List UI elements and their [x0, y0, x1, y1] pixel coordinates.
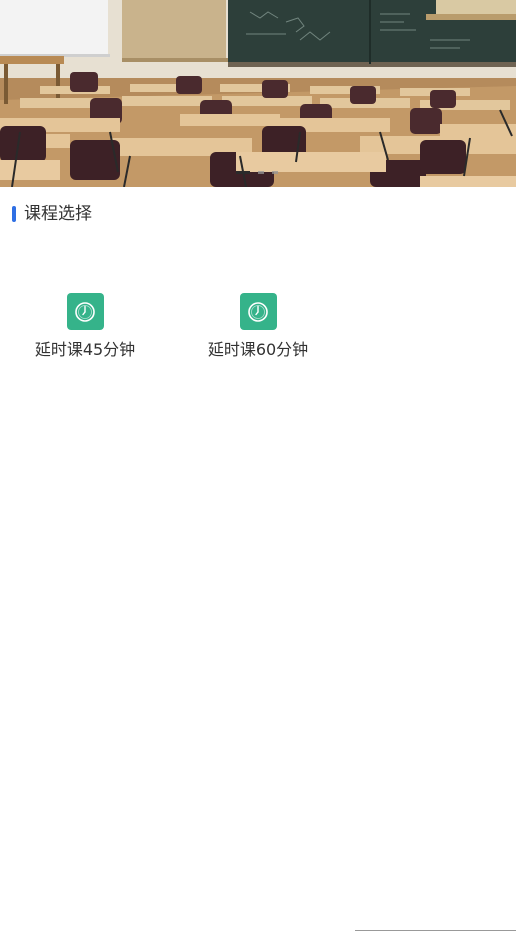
section-header: 课程选择	[12, 204, 92, 224]
page: 课程选择 延时课45分钟 延时课60分钟	[0, 0, 516, 932]
course-item-60min[interactable]: 延时课60分钟	[188, 293, 328, 360]
course-item-45min[interactable]: 延时课45分钟	[15, 293, 155, 360]
course-label: 延时课60分钟	[207, 340, 309, 359]
banner-carousel[interactable]	[0, 0, 516, 187]
carousel-dot-3[interactable]	[272, 171, 278, 174]
clock-icon	[239, 293, 277, 330]
carousel-indicators	[236, 170, 278, 175]
section-title: 课程选择	[24, 204, 92, 224]
bottom-divider	[355, 930, 516, 931]
carousel-dot-2[interactable]	[258, 171, 264, 174]
classroom-image	[0, 0, 516, 187]
section-accent-bar	[12, 206, 16, 222]
clock-icon	[66, 293, 104, 330]
carousel-dot-1[interactable]	[236, 171, 250, 174]
course-label: 延时课45分钟	[34, 340, 136, 359]
